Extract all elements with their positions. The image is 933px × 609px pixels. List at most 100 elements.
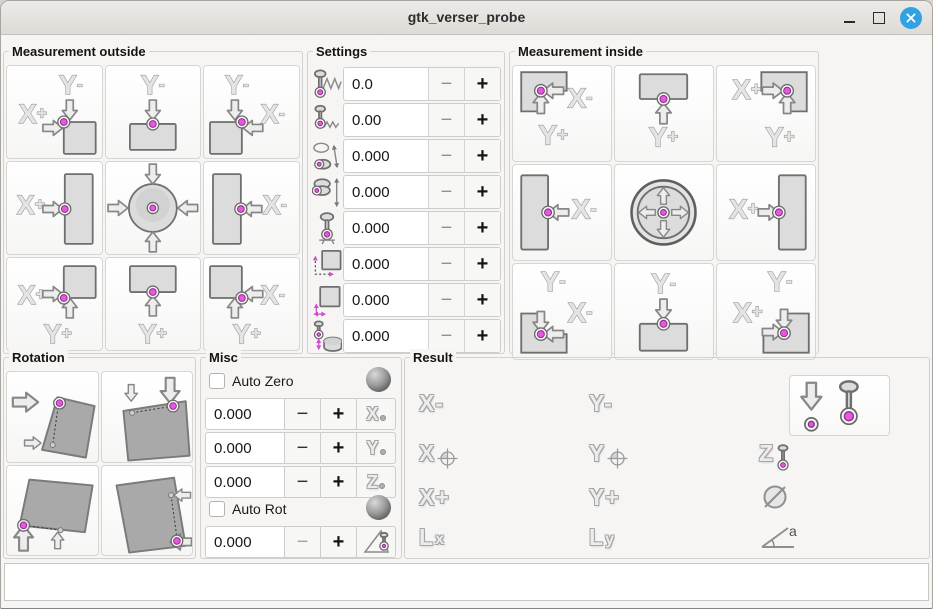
probe-outside-corner-bottom-right-button[interactable]: X-Y+: [203, 257, 300, 351]
offset-x-input[interactable]: [205, 398, 285, 430]
workpiece-size-input[interactable]: [344, 284, 428, 316]
offset-z-decrease-button[interactable]: −: [284, 466, 321, 498]
probe-diameter-input[interactable]: [344, 320, 428, 352]
probe-inside-corner-top-left-button[interactable]: X-Y+: [512, 65, 612, 162]
probe-outside-corner-top-right-button[interactable]: Y-X-: [203, 65, 300, 159]
offset-y-decrease-button[interactable]: −: [284, 432, 321, 464]
svg-text:Y+: Y+: [138, 319, 166, 349]
offset-y-input[interactable]: [205, 432, 285, 464]
rotate-bottom-edge-button[interactable]: [6, 465, 99, 557]
svg-text:X+: X+: [732, 74, 762, 105]
probe-inside-corner-bottom-left-icon: Y-X-: [513, 264, 611, 359]
auto-zero-checkbox[interactable]: Auto Zero: [209, 370, 293, 392]
offset-x-decrease-button[interactable]: −: [284, 398, 321, 430]
auto-rot-checkbox-box[interactable]: [209, 501, 225, 517]
probe-height-input[interactable]: [344, 212, 428, 244]
rotate-left-edge-button[interactable]: [6, 371, 99, 463]
probe-outside-edge-top-icon: Y-: [106, 66, 201, 158]
search-feed-spinbox: −+: [343, 67, 501, 101]
workpiece-size-decrease-button[interactable]: −: [428, 284, 464, 316]
probe-inside-edge-bottom-button[interactable]: Y-: [614, 263, 714, 360]
probe-outside-circle-button[interactable]: [105, 161, 202, 255]
probe-z-down-button[interactable]: [789, 375, 890, 436]
settings-title: Settings: [313, 43, 370, 60]
svg-text:Y+: Y+: [539, 119, 569, 150]
xy-distance-decrease-button[interactable]: −: [428, 140, 464, 172]
probe-inside-edge-top-icon: Y+: [615, 66, 713, 161]
probe-inside-edge-right-button[interactable]: X+: [716, 164, 816, 261]
probe-inside-corner-top-right-button[interactable]: X+Y+: [716, 65, 816, 162]
rotate-right-edge-button[interactable]: [101, 465, 194, 557]
offset-x-increase-button[interactable]: +: [320, 398, 357, 430]
probe-inside-corner-bottom-left-button[interactable]: Y-X-: [512, 263, 612, 360]
probe-height-icon: [310, 210, 343, 246]
probe-inside-circle-button[interactable]: [614, 164, 714, 261]
probe-outside-edge-bottom-button[interactable]: Y+: [105, 257, 202, 351]
result-length-y-label: Ly: [589, 522, 614, 552]
probe-inside-corner-top-left-icon: X-Y+: [513, 66, 611, 161]
maximize-button[interactable]: [870, 9, 888, 27]
probe-inside-corner-top-right-icon: X+Y+: [717, 66, 815, 161]
xy-distance-increase-button[interactable]: +: [464, 140, 500, 172]
svg-text:X-: X-: [261, 280, 285, 310]
offset-z-input[interactable]: [205, 466, 285, 498]
probe-inside-edge-left-button[interactable]: X-: [512, 164, 612, 261]
probe-outside-edge-right-button[interactable]: X-: [203, 161, 300, 255]
probe-feed-input[interactable]: [344, 104, 428, 136]
rotate-top-edge-button[interactable]: [101, 371, 194, 463]
probe-diameter-decrease-button[interactable]: −: [428, 320, 464, 352]
rotate-right-edge-icon: [102, 466, 193, 556]
offset-y-increase-button[interactable]: +: [320, 432, 357, 464]
rotation-frame: Rotation: [3, 357, 196, 559]
settings-row-probe-height: −+: [310, 210, 501, 246]
rotation-angle-input[interactable]: [205, 526, 285, 558]
probe-height-decrease-button[interactable]: −: [428, 212, 464, 244]
auto-zero-checkbox-box[interactable]: [209, 373, 225, 389]
minimize-button[interactable]: [840, 9, 858, 27]
probe-diameter-spinbox: −+: [343, 319, 501, 353]
probe-outside-edge-left-button[interactable]: X+: [6, 161, 103, 255]
auto-rot-label: Auto Rot: [232, 501, 286, 517]
probe-inside-circle-icon: [615, 165, 713, 260]
probe-feed-increase-button[interactable]: +: [464, 104, 500, 136]
edge-length-increase-button[interactable]: +: [464, 248, 500, 280]
zero-x-button[interactable]: X: [356, 398, 396, 430]
probe-outside-edge-top-button[interactable]: Y-: [105, 65, 202, 159]
window-title: gtk_verser_probe: [1, 1, 932, 34]
result-x-plus-label: X+: [419, 482, 450, 512]
zero-z-button[interactable]: Z: [356, 466, 396, 498]
settings-row-probe-feed: −+: [310, 102, 501, 138]
z-clearance-decrease-button[interactable]: −: [428, 176, 464, 208]
edge-length-spinbox: −+: [343, 247, 501, 281]
probe-outside-circle-icon: [106, 162, 201, 254]
zero-z-label: Z: [367, 472, 378, 493]
close-button[interactable]: [900, 7, 922, 29]
probe-inside-corner-bottom-right-button[interactable]: Y-X+: [716, 263, 816, 360]
xy-distance-input[interactable]: [344, 140, 428, 172]
status-output[interactable]: [4, 563, 929, 601]
probe-diameter-increase-button[interactable]: +: [464, 320, 500, 352]
probe-outside-corner-bottom-left-button[interactable]: X+Y+: [6, 257, 103, 351]
z-clearance-input[interactable]: [344, 176, 428, 208]
probe-feed-decrease-button[interactable]: −: [428, 104, 464, 136]
measurement-outside-title: Measurement outside: [9, 43, 149, 60]
z-clearance-increase-button[interactable]: +: [464, 176, 500, 208]
search-feed-increase-button[interactable]: +: [464, 68, 500, 100]
search-feed-decrease-button[interactable]: −: [428, 68, 464, 100]
edge-length-decrease-button[interactable]: −: [428, 248, 464, 280]
rotate-workpiece-button[interactable]: [356, 526, 396, 558]
edge-length-icon: [310, 246, 343, 282]
edge-length-input[interactable]: [344, 248, 428, 280]
probe-outside-corner-top-left-button[interactable]: Y-X+: [6, 65, 103, 159]
rotation-angle-increase-button[interactable]: +: [320, 526, 357, 558]
search-feed-input[interactable]: [344, 68, 428, 100]
measurement-outside-frame: Measurement outside Y-X+Y-Y-X-X+X-X+Y+Y+…: [3, 51, 303, 354]
workpiece-size-increase-button[interactable]: +: [464, 284, 500, 316]
probe-height-increase-button[interactable]: +: [464, 212, 500, 244]
zero-y-button[interactable]: Y: [356, 432, 396, 464]
auto-rot-checkbox[interactable]: Auto Rot: [209, 498, 286, 520]
rotation-angle-decrease-button[interactable]: −: [284, 526, 321, 558]
svg-text:X-: X-: [261, 99, 285, 129]
probe-inside-edge-top-button[interactable]: Y+: [614, 65, 714, 162]
offset-z-increase-button[interactable]: +: [320, 466, 357, 498]
